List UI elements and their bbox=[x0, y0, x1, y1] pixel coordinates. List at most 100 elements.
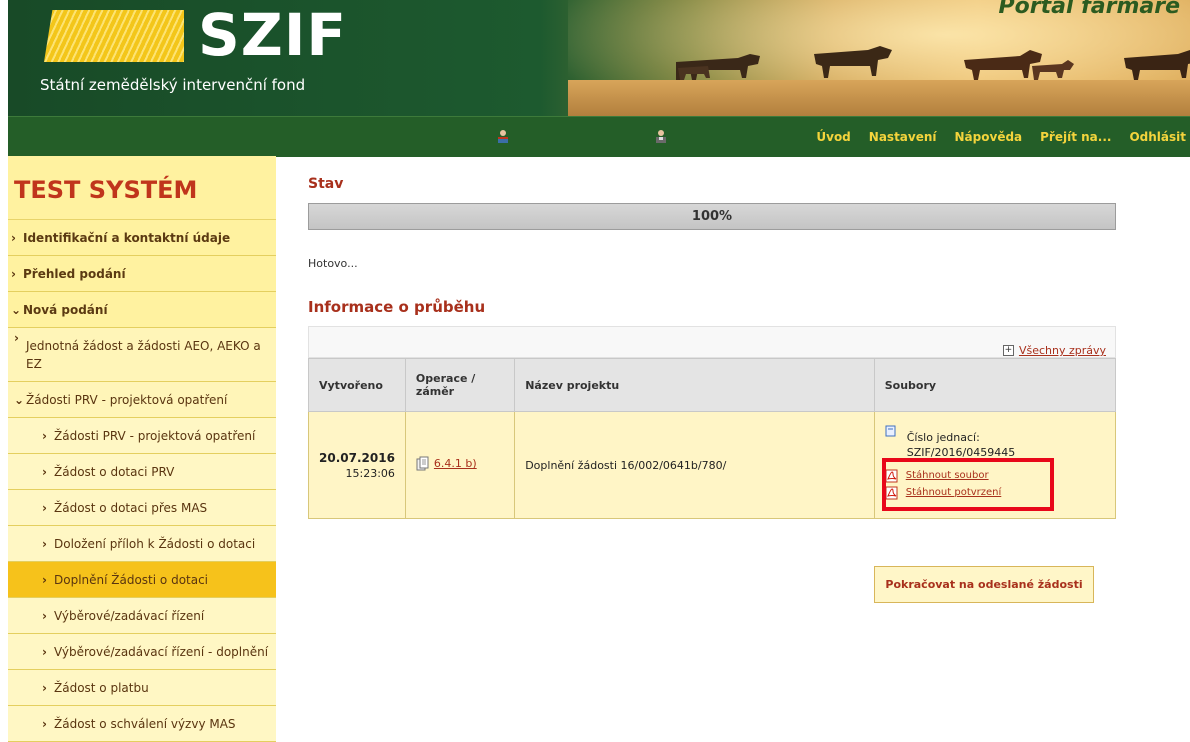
download-file-row[interactable]: Stáhnout soubor bbox=[885, 469, 1105, 483]
sidebar-item-label: Jednotná žádost a žádosti AEO, AEKO a EZ bbox=[26, 338, 261, 371]
sidebar-item-vyberove-rizeni-doplneni[interactable]: › Výběrové/zadávací řízení - doplnění bbox=[8, 634, 276, 670]
chevron-down-icon: ⌄ bbox=[14, 392, 25, 407]
progress-bar: 100% bbox=[308, 203, 1116, 230]
all-messages-toggle[interactable]: + Všechny zprávy bbox=[1002, 344, 1106, 357]
cell-project-name: Doplnění žádosti 16/002/0641b/780/ bbox=[514, 411, 875, 519]
status-title: Stav bbox=[308, 176, 344, 192]
download-file-link[interactable]: Stáhnout soubor bbox=[906, 470, 989, 481]
main-content: Stav 100% Hotovo... Informace o průběhu … bbox=[308, 156, 1118, 696]
cell-files: Číslo jednací: SZIF/2016/0459445 Stáhnou… bbox=[873, 411, 1117, 519]
chevron-right-icon: › bbox=[14, 331, 19, 345]
documents-icon bbox=[416, 456, 429, 470]
sidebar-title: TEST SYSTÉM bbox=[8, 156, 276, 220]
portal-title: Portál farmáře bbox=[998, 0, 1180, 19]
reference-value: SZIF/2016/0459445 bbox=[906, 445, 1016, 459]
sidebar-item-zadosti-prv[interactable]: ⌄ Žádosti PRV - projektová opatření bbox=[8, 382, 276, 418]
project-name: Doplnění žádosti 16/002/0641b/780/ bbox=[525, 458, 727, 472]
chevron-right-icon: › bbox=[42, 500, 47, 515]
nav-odhlasit[interactable]: Odhlásit bbox=[1129, 130, 1186, 144]
continue-to-sent-requests-button[interactable]: Pokračovat na odeslané žádosti bbox=[874, 566, 1094, 603]
messages-bar bbox=[308, 326, 1116, 358]
cow-image bbox=[1124, 50, 1190, 80]
operation-link[interactable]: 6.4.1 b) bbox=[434, 457, 477, 470]
logo-stripes bbox=[44, 10, 184, 62]
status-text: Hotovo... bbox=[308, 257, 358, 270]
submissions-table: Vytvořeno Operace / záměr Název projektu… bbox=[308, 358, 1117, 519]
pdf-icon bbox=[885, 469, 898, 482]
sidebar-item-label: Doplnění Žádosti o dotaci bbox=[54, 572, 209, 587]
user-icon bbox=[656, 130, 666, 143]
sidebar-item-zadost-pres-mas[interactable]: › Žádost o dotaci přes MAS bbox=[8, 490, 276, 526]
column-header-operation: Operace / záměr bbox=[404, 358, 516, 412]
sidebar: TEST SYSTÉM › Identifikační a kontaktní … bbox=[8, 156, 276, 742]
chevron-down-icon: ⌄ bbox=[11, 302, 22, 317]
user-icon bbox=[498, 130, 508, 143]
cow-image bbox=[676, 54, 760, 80]
logo-text: SZIF bbox=[198, 1, 348, 69]
chevron-right-icon: › bbox=[42, 464, 47, 479]
banner-field bbox=[568, 80, 1190, 116]
chevron-right-icon: › bbox=[42, 716, 47, 731]
created-time: 15:23:06 bbox=[345, 466, 395, 480]
cow-image bbox=[814, 46, 892, 78]
cow-image bbox=[964, 50, 1074, 80]
progress-info-title: Informace o průběhu bbox=[308, 298, 486, 316]
sidebar-item-label: Nová podání bbox=[23, 302, 108, 317]
sidebar-item-label: Žádost o schválení výzvy MAS bbox=[54, 716, 236, 731]
sidebar-item-identifikacni-udaje[interactable]: › Identifikační a kontaktní údaje bbox=[8, 220, 276, 256]
chevron-right-icon: › bbox=[42, 608, 47, 623]
table-row: 20.07.2016 15:23:06 6.4.1 b) Doplnění žá… bbox=[308, 411, 1117, 519]
sidebar-item-jednotna-zadost[interactable]: › Jednotná žádost a žádosti AEO, AEKO a … bbox=[8, 328, 276, 382]
cell-created: 20.07.2016 15:23:06 bbox=[308, 411, 406, 519]
nav-uvod[interactable]: Úvod bbox=[816, 130, 850, 144]
sidebar-item-label: Žádost o platbu bbox=[54, 680, 149, 695]
progress-label: 100% bbox=[691, 209, 733, 224]
sidebar-item-nova-podani[interactable]: ⌄ Nová podání bbox=[8, 292, 276, 328]
chevron-right-icon: › bbox=[11, 230, 16, 245]
sidebar-item-label: Přehled podání bbox=[23, 266, 126, 281]
chevron-right-icon: › bbox=[42, 644, 47, 659]
top-nav-bar: Úvod Nastavení Nápověda Přejít na... Odh… bbox=[8, 116, 1190, 157]
all-messages-link[interactable]: Všechny zprávy bbox=[1019, 344, 1106, 357]
expand-plus-icon: + bbox=[1002, 345, 1014, 356]
column-header-created: Vytvořeno bbox=[308, 358, 406, 412]
column-header-files: Soubory bbox=[873, 358, 1117, 412]
sidebar-item-label: Výběrové/zadávací řízení - doplnění bbox=[54, 644, 269, 659]
document-icon bbox=[885, 425, 896, 436]
nav-napoveda[interactable]: Nápověda bbox=[955, 130, 1023, 144]
sidebar-item-label: Žádosti PRV - projektová opatření bbox=[26, 392, 228, 407]
logo-subtitle: Státní zemědělský intervenční fond bbox=[40, 76, 306, 94]
sidebar-item-label: Identifikační a kontaktní údaje bbox=[23, 230, 231, 245]
header-banner: SZIF Státní zemědělský intervenční fond … bbox=[8, 0, 1190, 116]
download-confirmation-link[interactable]: Stáhnout potvrzení bbox=[906, 487, 1002, 498]
chevron-right-icon: › bbox=[42, 680, 47, 695]
sidebar-item-label: Žádosti PRV - projektová opatření bbox=[54, 428, 256, 443]
column-header-project-name: Název projektu bbox=[514, 358, 875, 412]
chevron-right-icon: › bbox=[11, 266, 16, 281]
table-header-row: Vytvořeno Operace / záměr Název projektu… bbox=[308, 358, 1117, 412]
download-confirmation-row[interactable]: Stáhnout potvrzení bbox=[885, 486, 1105, 500]
nav-prejit-na[interactable]: Přejít na... bbox=[1040, 130, 1111, 144]
nav-nastaveni[interactable]: Nastavení bbox=[869, 130, 937, 144]
created-date: 20.07.2016 bbox=[319, 450, 395, 465]
sidebar-item-zadost-o-dotaci-prv[interactable]: › Žádost o dotaci PRV bbox=[8, 454, 276, 490]
main-menu: Úvod Nastavení Nápověda Přejít na... Odh… bbox=[807, 117, 1190, 157]
reference-number: Číslo jednací: SZIF/2016/0459445 bbox=[885, 425, 1105, 459]
cell-operation: 6.4.1 b) bbox=[404, 411, 516, 519]
chevron-right-icon: › bbox=[42, 572, 47, 587]
chevron-right-icon: › bbox=[42, 536, 47, 551]
sidebar-item-schvaleni-vyzvy-mas[interactable]: › Žádost o schválení výzvy MAS bbox=[8, 706, 276, 742]
sidebar-item-zadost-o-platbu[interactable]: › Žádost o platbu bbox=[8, 670, 276, 706]
sidebar-item-label: Žádost o dotaci přes MAS bbox=[54, 500, 208, 515]
sidebar-item-label: Žádost o dotaci PRV bbox=[54, 464, 175, 479]
reference-label: Číslo jednací: bbox=[906, 430, 980, 444]
sidebar-item-label: Doložení příloh k Žádosti o dotaci bbox=[54, 536, 256, 551]
sidebar-item-label: Výběrové/zadávací řízení bbox=[54, 608, 205, 623]
sidebar-item-prehled-podani[interactable]: › Přehled podání bbox=[8, 256, 276, 292]
pdf-icon bbox=[885, 486, 898, 499]
sidebar-item-dolozeni-priloh[interactable]: › Doložení příloh k Žádosti o dotaci bbox=[8, 526, 276, 562]
sidebar-item-doplneni-zadosti[interactable]: › Doplnění Žádosti o dotaci bbox=[8, 562, 276, 598]
sidebar-item-vyberove-rizeni[interactable]: › Výběrové/zadávací řízení bbox=[8, 598, 276, 634]
sidebar-item-zadosti-prv-sub[interactable]: › Žádosti PRV - projektová opatření bbox=[8, 418, 276, 454]
chevron-right-icon: › bbox=[42, 428, 47, 443]
